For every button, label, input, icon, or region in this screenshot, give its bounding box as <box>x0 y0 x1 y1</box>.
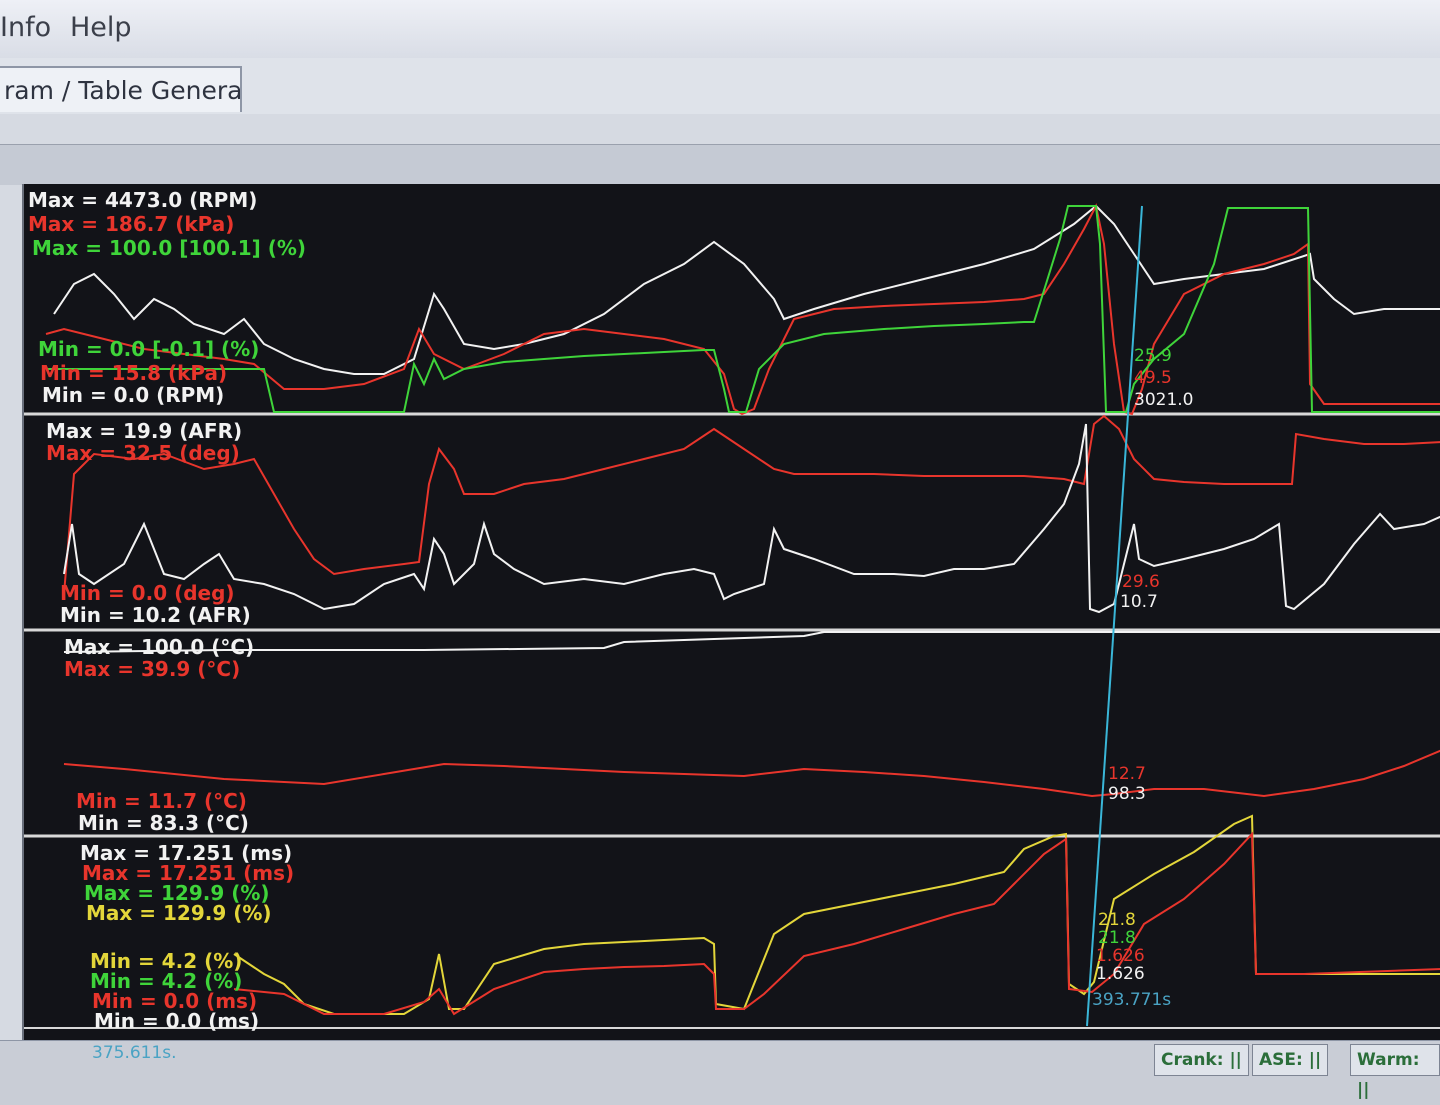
p2-min-deg: Min = 0.0 (deg) <box>60 581 235 605</box>
time-cursor <box>1086 205 1143 1027</box>
p1-cursor-white: 3021.0 <box>1134 390 1194 410</box>
status-ase: ASE: || <box>1252 1044 1329 1076</box>
p1-cursor-red: 49.5 <box>1134 368 1172 388</box>
p2-min-afr: Min = 10.2 (AFR) <box>60 603 251 627</box>
p3-min-red: Min = 11.7 (°C) <box>76 789 247 813</box>
menu-bar: Info Help <box>0 0 1440 59</box>
p1-max-rpm: Max = 4473.0 (RPM) <box>28 188 258 212</box>
p2-max-deg: Max = 32.5 (deg) <box>46 441 240 465</box>
menu-help[interactable]: Help <box>70 12 132 43</box>
datalog-graph[interactable]: Max = 4473.0 (RPM) Max = 186.7 (kPa) Max… <box>22 184 1440 1050</box>
start-time: 375.611s. <box>92 1043 177 1063</box>
status-warm: Warm: || <box>1350 1044 1440 1100</box>
p2-cursor-red: 29.6 <box>1122 572 1160 592</box>
p2-cursor-white: 10.7 <box>1120 592 1158 612</box>
p3-max-red: Max = 39.9 (°C) <box>64 657 241 681</box>
toolbar-area <box>0 144 1440 185</box>
p4-max-pct-yellow: Max = 129.9 (%) <box>86 901 272 925</box>
p4-cursor-yellow: 21.8 <box>1098 910 1136 930</box>
p1-min-pct: Min = 0.0 [-0.1] (%) <box>38 337 260 361</box>
trace-ve-yellow <box>233 814 1440 1015</box>
trace-iat <box>63 749 1440 798</box>
trace-ve-red <box>233 831 1440 1016</box>
trace-rpm <box>53 204 1440 375</box>
p3-cursor-red: 12.7 <box>1108 764 1146 784</box>
trace-afr <box>63 423 1440 614</box>
p1-max-pct: Max = 100.0 [100.1] (%) <box>32 236 307 260</box>
p1-max-kpa: Max = 186.7 (kPa) <box>28 212 235 236</box>
menu-info[interactable]: Info <box>0 12 51 43</box>
p1-min-rpm: Min = 0.0 (RPM) <box>42 383 225 407</box>
p4-cursor-red: 1.626 <box>1096 946 1145 966</box>
p3-cursor-white: 98.3 <box>1108 784 1146 804</box>
trace-timing <box>63 414 1440 595</box>
tab-table-generator[interactable]: ram / Table Generator <box>0 66 242 112</box>
p4-min-ms-white: Min = 0.0 (ms) <box>94 1009 260 1033</box>
tab-strip: ram / Table Generator <box>0 58 1440 116</box>
trace-clt <box>63 631 1440 653</box>
p2-max-afr: Max = 19.9 (AFR) <box>46 419 243 443</box>
p3-min-white: Min = 83.3 (°C) <box>78 811 249 835</box>
p1-cursor-green: 25.9 <box>1134 346 1172 366</box>
p1-min-kpa: Min = 15.8 (kPa) <box>40 361 228 385</box>
status-crank: Crank: || <box>1154 1044 1249 1076</box>
p4-cursor-white: 1.626 <box>1096 964 1145 984</box>
cursor-time: 393.771s <box>1092 990 1172 1010</box>
p3-max-white: Max = 100.0 (°C) <box>64 635 255 659</box>
p4-cursor-green: 21.8 <box>1098 928 1136 948</box>
